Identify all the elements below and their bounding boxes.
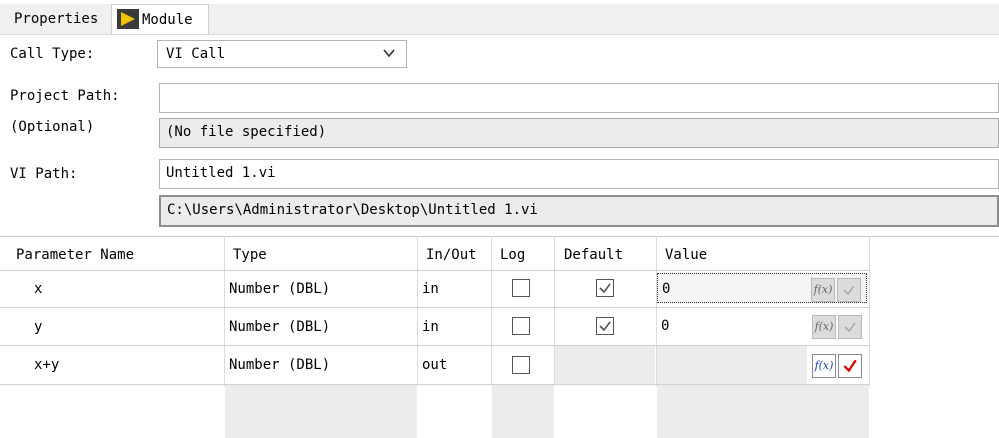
header-default[interactable]: Default [564, 240, 623, 270]
log-checkbox[interactable] [512, 279, 530, 297]
param-name: y [34, 319, 43, 335]
vi-path-value: Untitled 1.vi [166, 165, 276, 181]
check-button[interactable] [838, 354, 862, 378]
param-inout: out [422, 357, 448, 373]
type-column-filler [225, 385, 417, 438]
fx-button[interactable]: f(x) [811, 278, 835, 302]
param-type: Number (DBL) [229, 281, 331, 297]
tab-properties-label: Properties [14, 11, 99, 27]
vi-path-input[interactable]: Untitled 1.vi [159, 159, 999, 189]
vi-path-resolved-text: C:\Users\Administrator\Desktop\Untitled … [167, 202, 538, 218]
project-path-resolved: (No file specified) [159, 118, 999, 148]
header-log[interactable]: Log [500, 240, 525, 270]
call-type-label: Call Type: [10, 46, 95, 62]
tab-properties[interactable]: Properties [0, 4, 110, 34]
param-inout: in [422, 319, 439, 335]
tab-module[interactable]: Module [111, 4, 209, 34]
vi-path-resolved: C:\Users\Administrator\Desktop\Untitled … [159, 195, 999, 227]
value-text: 0 [662, 281, 671, 297]
header-type[interactable]: Type [233, 240, 267, 270]
param-name: x+y [34, 357, 60, 373]
project-path-label: Project Path: [10, 88, 120, 104]
project-path-resolved-text: (No file specified) [166, 124, 327, 140]
fx-button[interactable]: f(x) [812, 315, 836, 339]
value-field[interactable]: 0 f(x) [657, 273, 867, 303]
param-type: Number (DBL) [229, 319, 331, 335]
check-icon [844, 322, 856, 333]
param-type: Number (DBL) [229, 357, 331, 373]
check-icon [843, 285, 855, 296]
check-icon [843, 359, 857, 373]
chevron-down-icon [383, 49, 395, 58]
header-value[interactable]: Value [665, 240, 707, 270]
value-field[interactable]: 0 f(x) [657, 311, 867, 341]
call-type-value: VI Call [166, 46, 226, 62]
project-path-input[interactable] [159, 83, 999, 113]
tab-module-label: Module [142, 12, 193, 28]
default-checkbox[interactable] [596, 279, 614, 297]
table-top-border [0, 236, 999, 237]
param-name: x [34, 281, 43, 297]
vi-path-label: VI Path: [10, 166, 78, 182]
value-text: 0 [661, 318, 670, 334]
header-inout[interactable]: In/Out [426, 240, 477, 270]
log-checkbox[interactable] [512, 356, 530, 374]
call-type-select[interactable]: VI Call [157, 40, 407, 68]
check-button[interactable] [838, 315, 862, 339]
log-column-filler [492, 385, 554, 438]
header-parameter-name[interactable]: Parameter Name [16, 240, 134, 270]
value-field[interactable]: f(x) [657, 350, 867, 380]
check-button[interactable] [837, 278, 861, 302]
check-icon [599, 283, 611, 294]
check-icon [599, 321, 611, 332]
param-inout: in [422, 281, 439, 297]
labview-vi-icon [117, 9, 139, 29]
row-divider [0, 384, 870, 385]
value-column-filler [657, 385, 869, 438]
fx-button[interactable]: f(x) [812, 354, 836, 378]
default-checkbox[interactable] [596, 317, 614, 335]
optional-label: (Optional) [10, 119, 95, 135]
log-checkbox[interactable] [512, 317, 530, 335]
